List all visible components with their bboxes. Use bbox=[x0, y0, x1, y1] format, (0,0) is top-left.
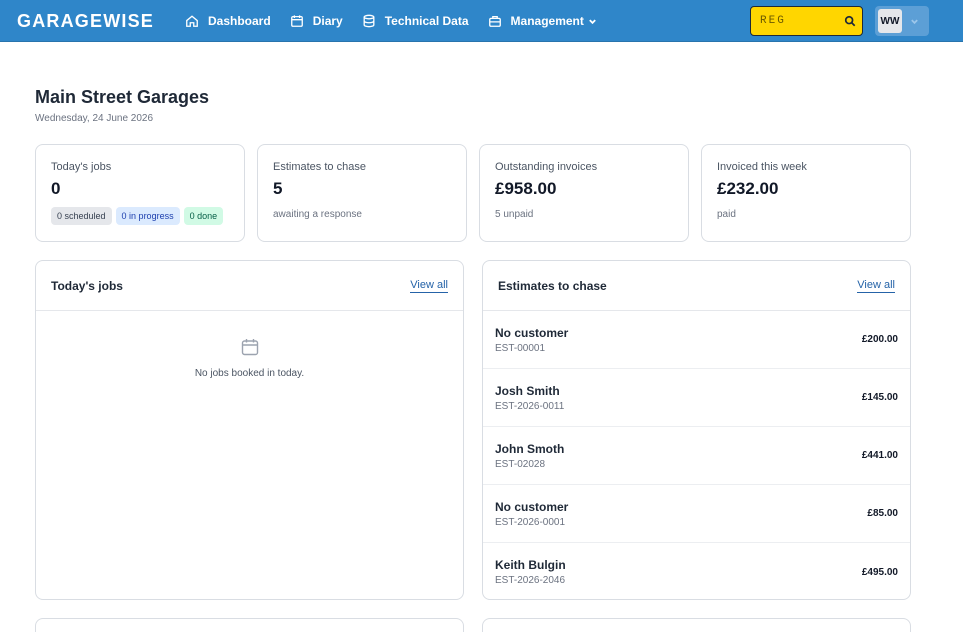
estimates-panel: Estimates to chase View all No customer … bbox=[482, 260, 911, 600]
estimate-ref: EST-02028 bbox=[495, 458, 546, 470]
chevron-down-icon bbox=[589, 19, 596, 24]
stat-value: £232.00 bbox=[717, 179, 779, 198]
app-logo[interactable]: GARAGEWISE bbox=[17, 11, 154, 32]
estimate-amount: £495.00 bbox=[861, 566, 898, 578]
nav-management-label: Management bbox=[510, 14, 584, 28]
calendar-icon bbox=[241, 339, 258, 356]
todays-jobs-panel: Today's jobs View all No jobs booked in … bbox=[35, 260, 464, 600]
stat-label: Invoiced this week bbox=[717, 161, 807, 173]
estimate-amount: £85.00 bbox=[867, 508, 898, 519]
panel-title: Today's jobs bbox=[51, 278, 123, 293]
nav-diary-label: Diary bbox=[312, 14, 343, 28]
stat-card-estimates: Estimates to chase 5 awaiting a response bbox=[257, 144, 467, 242]
page-title: Main Street Garages bbox=[35, 87, 210, 107]
stat-card-todays-jobs: Today's jobs 0 0 scheduled 0 in progress… bbox=[35, 144, 245, 242]
in-progress-badge: 0 in progress bbox=[115, 207, 180, 225]
estimate-ref: EST-2026-0001 bbox=[495, 516, 566, 528]
done-badge: 0 done bbox=[183, 207, 224, 225]
empty-state: No jobs booked in today. bbox=[36, 311, 463, 379]
lower-panel-right bbox=[482, 618, 911, 632]
user-menu-button[interactable]: WW bbox=[875, 6, 929, 36]
estimate-amount: £145.00 bbox=[861, 392, 898, 403]
nav-diary[interactable]: Diary bbox=[290, 14, 343, 28]
stat-card-invoiced-week: Invoiced this week £232.00 paid bbox=[701, 144, 911, 242]
stat-label: Today's jobs bbox=[51, 161, 112, 173]
empty-state-text: No jobs booked in today. bbox=[194, 368, 305, 379]
estimate-ref: EST-2026-0011 bbox=[495, 400, 565, 412]
estimate-amount: £200.00 bbox=[861, 334, 898, 345]
database-icon bbox=[363, 14, 375, 28]
nav-dashboard-label: Dashboard bbox=[208, 14, 271, 28]
reg-search-input[interactable] bbox=[760, 15, 840, 27]
estimates-list: No customer EST-00001 £200.00 Josh Smith… bbox=[483, 311, 910, 601]
stat-subtext: paid bbox=[717, 209, 736, 220]
stat-subtext: awaiting a response bbox=[273, 209, 362, 220]
list-item[interactable]: John Smoth EST-02028 £441.00 bbox=[483, 427, 910, 485]
stat-value: £958.00 bbox=[495, 179, 557, 198]
panel-title: Estimates to chase bbox=[498, 278, 607, 293]
view-all-estimates-link[interactable]: View all bbox=[857, 279, 895, 293]
avatar: WW bbox=[878, 9, 902, 33]
nav-management[interactable]: Management bbox=[488, 14, 597, 28]
chevron-down-icon bbox=[911, 19, 918, 24]
list-item[interactable]: No customer EST-2026-0001 £85.00 bbox=[483, 485, 910, 543]
panel-header: Estimates to chase View all bbox=[483, 261, 910, 311]
nav-dashboard[interactable]: Dashboard bbox=[185, 14, 271, 28]
scheduled-badge: 0 scheduled bbox=[51, 207, 112, 225]
panel-header: Today's jobs View all bbox=[36, 261, 463, 311]
stat-value: 5 bbox=[273, 179, 283, 198]
stat-label: Estimates to chase bbox=[273, 161, 366, 173]
main-nav: Dashboard Diary Technical Data Managemen… bbox=[185, 0, 616, 42]
estimate-amount: £441.00 bbox=[861, 450, 898, 461]
stat-card-outstanding-invoices: Outstanding invoices £958.00 5 unpaid bbox=[479, 144, 689, 242]
stat-subtext: 5 unpaid bbox=[495, 209, 534, 220]
view-all-jobs-link[interactable]: View all bbox=[410, 279, 448, 293]
estimate-ref: EST-00001 bbox=[495, 342, 546, 354]
lower-panel-left bbox=[35, 618, 464, 632]
customer-name: Keith Bulgin bbox=[495, 558, 566, 572]
calendar-icon bbox=[290, 15, 303, 27]
stat-value: 0 bbox=[51, 179, 61, 198]
stat-label: Outstanding invoices bbox=[495, 161, 598, 173]
list-item[interactable]: Keith Bulgin EST-2026-2046 £495.00 bbox=[483, 543, 910, 601]
home-icon bbox=[186, 15, 198, 27]
list-item[interactable]: Josh Smith EST-2026-0011 £145.00 bbox=[483, 369, 910, 427]
nav-technical-data[interactable]: Technical Data bbox=[362, 14, 469, 28]
customer-name: No customer bbox=[495, 325, 569, 340]
customer-name: No customer bbox=[495, 499, 569, 514]
search-icon[interactable] bbox=[844, 15, 856, 27]
nav-technical-data-label: Technical Data bbox=[384, 14, 469, 28]
top-navigation-bar: GARAGEWISE Dashboard Diary Technical Dat… bbox=[0, 0, 963, 42]
estimate-ref: EST-2026-2046 bbox=[495, 575, 566, 586]
list-item[interactable]: No customer EST-00001 £200.00 bbox=[483, 311, 910, 369]
briefcase-icon bbox=[488, 15, 501, 27]
job-status-badges: 0 scheduled 0 in progress 0 done bbox=[51, 207, 229, 225]
customer-name: John Smoth bbox=[495, 441, 565, 456]
reg-search[interactable] bbox=[750, 6, 863, 36]
customer-name: Josh Smith bbox=[495, 383, 560, 398]
page-date: Wednesday, 24 June 2026 bbox=[35, 113, 154, 124]
